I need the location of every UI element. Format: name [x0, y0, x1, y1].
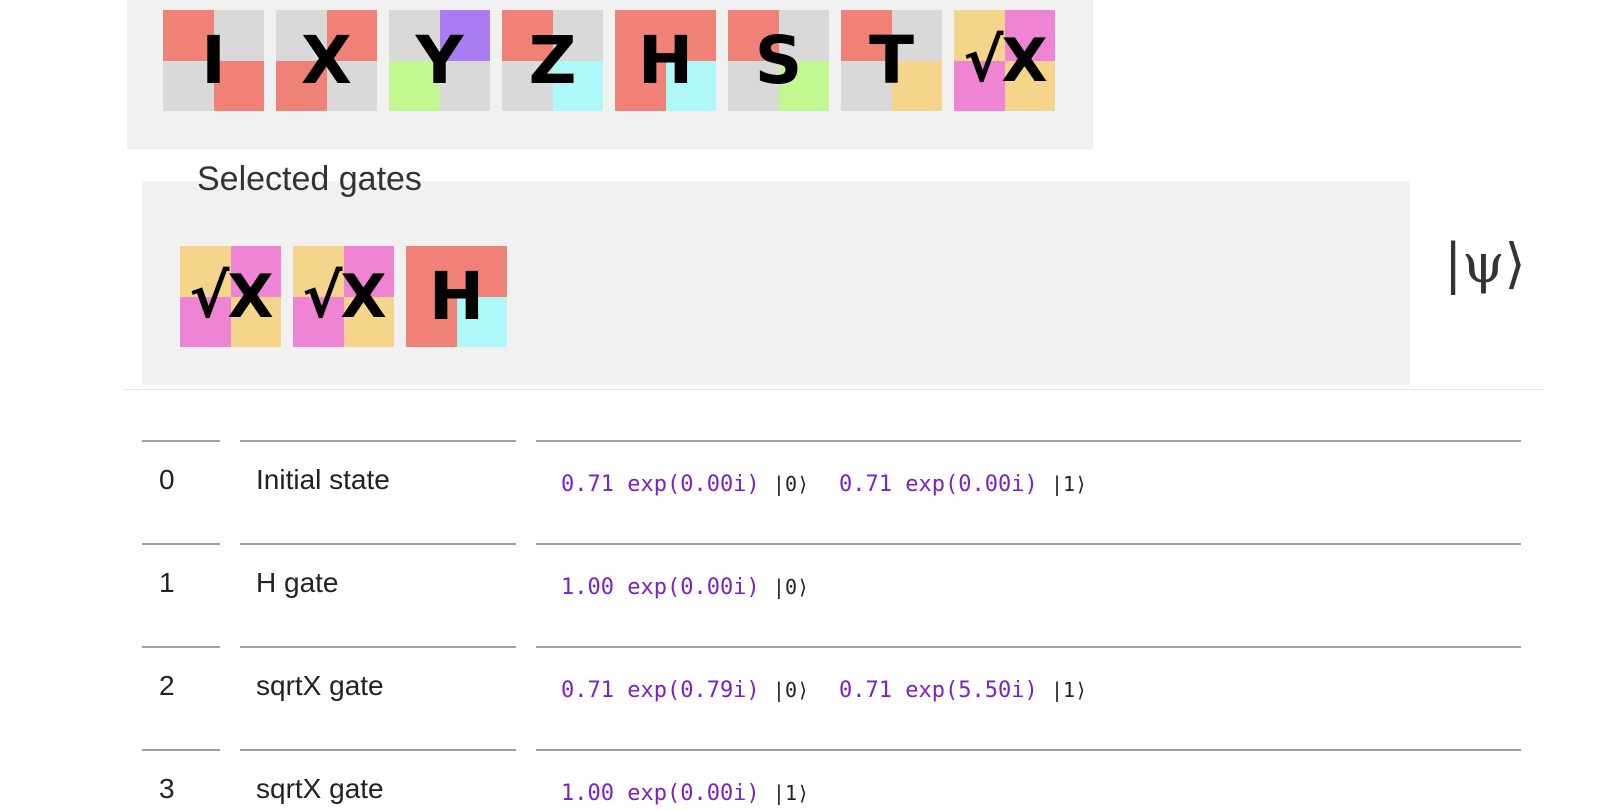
divider: [123, 389, 1543, 390]
step-state: 1.00 exp(0.00i) |0⟩: [561, 575, 839, 600]
amplitude: 1.00 exp(0.00i): [561, 781, 773, 806]
psi-state-icon: |ψ⟩: [1444, 232, 1526, 295]
step-index: 3: [159, 773, 175, 804]
gate-label: √X: [302, 261, 386, 332]
state-term: 0.71 exp(0.00i) |0⟩: [561, 472, 809, 497]
state-term: 0.71 exp(0.00i) |1⟩: [839, 472, 1087, 497]
step-name: sqrtX gate: [256, 773, 384, 804]
gate-label: H: [637, 21, 694, 99]
row-separator: [536, 646, 1521, 648]
palette-gate-h[interactable]: H: [615, 10, 716, 111]
row-separator: [240, 543, 516, 545]
ket: |1⟩: [772, 781, 810, 805]
gate-label: Z: [528, 21, 577, 99]
palette-gate-z[interactable]: Z: [502, 10, 603, 111]
step-name: Initial state: [256, 464, 390, 495]
row-separator: [142, 440, 220, 442]
gate-palette: I X Y Z H S T √X: [127, 0, 1093, 149]
selected-gate[interactable]: √X: [180, 246, 281, 347]
selected-gates-area[interactable]: √X √X H: [142, 181, 1410, 385]
row-separator: [536, 440, 1521, 442]
selected-gates-title: Selected gates: [197, 160, 422, 198]
palette-gate-sqrtx[interactable]: √X: [954, 10, 1055, 111]
ket: |0⟩: [772, 472, 810, 496]
gate-label: S: [754, 21, 803, 99]
row-separator: [142, 543, 220, 545]
row-separator: [240, 646, 516, 648]
state-term: 1.00 exp(0.00i) |0⟩: [561, 575, 809, 600]
amplitude: 0.71 exp(0.00i): [839, 472, 1051, 497]
gate-label: √X: [189, 261, 273, 332]
selected-gate[interactable]: H: [406, 246, 507, 347]
palette-gate-list: I X Y Z H S T √X: [163, 10, 1055, 111]
ket: |1⟩: [1050, 472, 1088, 496]
ket: |0⟩: [772, 678, 810, 702]
row-separator: [536, 749, 1521, 751]
step-state: 0.71 exp(0.79i) |0⟩ 0.71 exp(5.50i) |1⟩: [561, 678, 1117, 703]
palette-gate-x[interactable]: X: [276, 10, 377, 111]
step-index: 0: [159, 464, 175, 495]
palette-gate-s[interactable]: S: [728, 10, 829, 111]
amplitude: 0.71 exp(0.79i): [561, 678, 773, 703]
amplitude: 0.71 exp(0.00i): [561, 472, 773, 497]
gate-label: H: [428, 257, 485, 335]
row-separator: [142, 646, 220, 648]
palette-gate-i[interactable]: I: [163, 10, 264, 111]
selected-gate-list: √X √X H: [180, 246, 507, 347]
gate-label: X: [301, 21, 352, 99]
step-state: 1.00 exp(0.00i) |1⟩: [561, 781, 839, 806]
state-term: 0.71 exp(5.50i) |1⟩: [839, 678, 1087, 703]
state-term: 1.00 exp(0.00i) |1⟩: [561, 781, 809, 806]
selected-gate[interactable]: √X: [293, 246, 394, 347]
amplitude: 1.00 exp(0.00i): [561, 575, 773, 600]
step-name: H gate: [256, 567, 339, 598]
palette-gate-y[interactable]: Y: [389, 10, 490, 111]
gate-label: Y: [415, 21, 464, 99]
ket: |0⟩: [772, 575, 810, 599]
state-term: 0.71 exp(0.79i) |0⟩: [561, 678, 809, 703]
step-name: sqrtX gate: [256, 670, 384, 701]
row-separator: [536, 543, 1521, 545]
row-separator: [240, 749, 516, 751]
step-index: 2: [159, 670, 175, 701]
gate-label: √X: [963, 25, 1047, 96]
step-index: 1: [159, 567, 175, 598]
gate-label: I: [201, 21, 226, 99]
palette-gate-t[interactable]: T: [841, 10, 942, 111]
row-separator: [240, 440, 516, 442]
gate-label: T: [868, 21, 915, 99]
row-separator: [142, 749, 220, 751]
ket: |1⟩: [1050, 678, 1088, 702]
amplitude: 0.71 exp(5.50i): [839, 678, 1051, 703]
step-state: 0.71 exp(0.00i) |0⟩ 0.71 exp(0.00i) |1⟩: [561, 472, 1117, 497]
